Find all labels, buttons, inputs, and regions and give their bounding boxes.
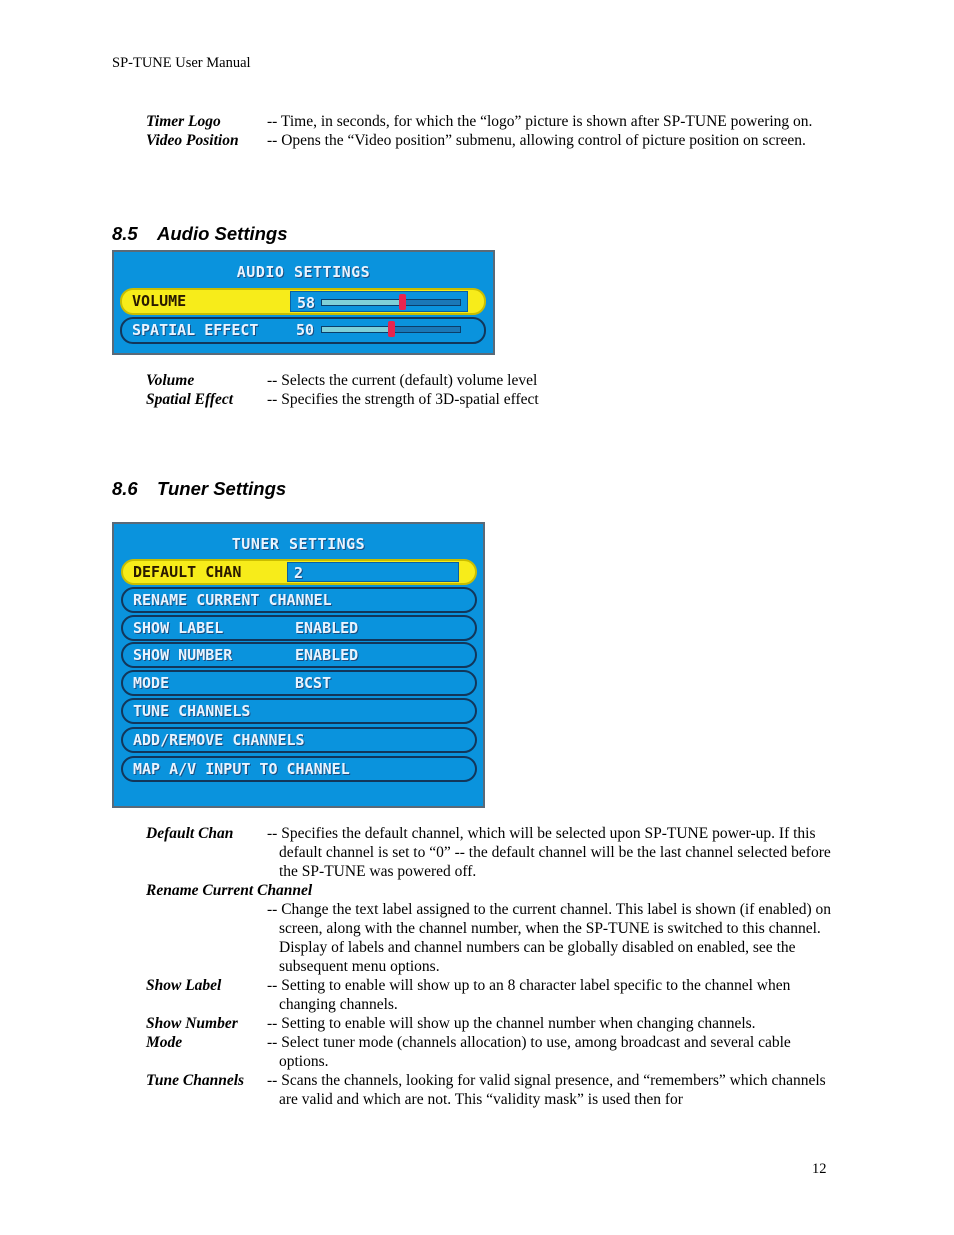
osd-row-show-label[interactable]: SHOW LABEL ENABLED <box>121 615 477 641</box>
osd-row-label: TUNE CHANNELS <box>133 702 251 720</box>
osd-row-label: DEFAULT CHAN <box>133 563 242 581</box>
osd-title: AUDIO SETTINGS <box>236 263 371 281</box>
volume-value-box: 58 <box>290 291 468 312</box>
volume-value: 58 <box>297 294 316 312</box>
osd-row-default-chan[interactable]: DEFAULT CHAN 2 <box>121 559 477 585</box>
definition-description: -- Specifies the strength of 3D-spatial … <box>267 391 539 408</box>
definition-term: Volume <box>146 372 195 389</box>
slider-track <box>321 299 461 306</box>
definition-term: Mode <box>146 1034 183 1051</box>
definition-default-chan: Default Chan -- Specifies the default ch… <box>146 824 836 881</box>
definition-rename-current-channel: Rename Current Channel -- Change the tex… <box>146 881 836 976</box>
spatial-effect-slider[interactable] <box>321 319 461 341</box>
osd-row-rename-current-channel[interactable]: RENAME CURRENT CHANNEL <box>121 587 477 613</box>
page-number: 12 <box>812 1161 827 1177</box>
osd-row-spatial-effect[interactable]: SPATIAL EFFECT 50 <box>120 317 486 344</box>
slider-thumb[interactable] <box>399 294 407 310</box>
definition-tune-channels: Tune Channels -- Scans the channels, loo… <box>146 1071 836 1109</box>
section-title: Tuner Settings <box>157 478 287 499</box>
slider-fill <box>322 327 391 332</box>
definition-description: -- Setting to enable will show up the ch… <box>267 1015 756 1032</box>
osd-title: TUNER SETTINGS <box>231 535 366 553</box>
osd-row-label: RENAME CURRENT CHANNEL <box>133 591 332 609</box>
definition-description: -- Opens the “Video position” submenu, a… <box>267 132 806 149</box>
audio-definitions: Volume -- Selects the current (default) … <box>146 371 836 409</box>
definition-timer-logo: Timer Logo -- Time, in seconds, for whic… <box>146 112 836 131</box>
osd-row-label: SHOW LABEL <box>133 619 224 637</box>
definition-show-label: Show Label -- Setting to enable will sho… <box>146 976 836 1014</box>
definition-show-number: Show Number -- Setting to enable will sh… <box>146 1014 836 1033</box>
section-number: 8.6 <box>112 478 138 499</box>
volume-slider[interactable] <box>321 292 461 314</box>
osd-row-add-remove-channels[interactable]: ADD/REMOVE CHANNELS <box>121 727 477 753</box>
default-chan-value-box[interactable]: 2 <box>287 562 459 582</box>
definition-term: Spatial Effect <box>146 391 234 408</box>
section-heading-audio: 8.5 Audio Settings <box>112 223 288 245</box>
definition-term: Timer Logo <box>146 113 221 130</box>
osd-row-label: MODE <box>133 674 170 692</box>
osd-row-mode[interactable]: MODE BCST <box>121 670 477 696</box>
section-number: 8.5 <box>112 223 138 244</box>
section-heading-tuner: 8.6 Tuner Settings <box>112 478 286 500</box>
definition-mode: Mode -- Select tuner mode (channels allo… <box>146 1033 836 1071</box>
definition-description: -- Change the text label assigned to the… <box>267 901 832 975</box>
spatial-effect-value-area: 50 <box>291 319 467 342</box>
osd-row-label: SHOW NUMBER <box>133 646 233 664</box>
definition-description: -- Selects the current (default) volume … <box>267 372 538 389</box>
definition-term: Show Label <box>146 977 222 994</box>
definition-volume: Volume -- Selects the current (default) … <box>146 371 836 390</box>
osd-row-show-number[interactable]: SHOW NUMBER ENABLED <box>121 642 477 668</box>
definition-term: Video Position <box>146 132 239 149</box>
osd-row-value: ENABLED <box>295 646 359 664</box>
definition-description: -- Time, in seconds, for which the “logo… <box>267 113 813 130</box>
osd-row-label: MAP A/V INPUT TO CHANNEL <box>133 760 350 778</box>
slider-thumb[interactable] <box>388 321 395 337</box>
definition-term: Tune Channels <box>146 1072 245 1089</box>
osd-row-volume[interactable]: VOLUME 58 <box>120 288 486 315</box>
osd-row-map-av-input[interactable]: MAP A/V INPUT TO CHANNEL <box>121 756 477 782</box>
osd-row-value: ENABLED <box>295 619 359 637</box>
definition-spatial-effect: Spatial Effect -- Specifies the strength… <box>146 390 836 409</box>
osd-row-tune-channels[interactable]: TUNE CHANNELS <box>121 698 477 724</box>
audio-settings-osd: AUDIO SETTINGS VOLUME 58 SPATIAL EFFECT … <box>112 250 495 355</box>
definition-description: -- Specifies the default channel, which … <box>267 825 831 880</box>
definition-description: -- Setting to enable will show up to an … <box>267 977 791 1013</box>
definition-video-position: Video Position -- Opens the “Video posit… <box>146 131 836 150</box>
osd-row-label: VOLUME <box>132 292 187 310</box>
definition-term: Show Number <box>146 1015 238 1032</box>
intro-definitions: Timer Logo -- Time, in seconds, for whic… <box>146 112 836 150</box>
default-chan-value: 2 <box>294 564 304 582</box>
definition-term: Rename Current Channel <box>146 882 313 899</box>
osd-row-label: SPATIAL EFFECT <box>132 321 259 339</box>
tuner-definitions: Default Chan -- Specifies the default ch… <box>146 824 836 1109</box>
slider-fill <box>322 300 403 305</box>
definition-description: -- Select tuner mode (channels allocatio… <box>267 1034 791 1070</box>
osd-row-label: ADD/REMOVE CHANNELS <box>133 731 305 749</box>
tuner-settings-osd: TUNER SETTINGS DEFAULT CHAN 2 RENAME CUR… <box>112 522 485 808</box>
running-header: SP-TUNE User Manual <box>112 55 251 71</box>
definition-description: -- Scans the channels, looking for valid… <box>267 1072 826 1108</box>
spatial-effect-value: 50 <box>296 321 315 339</box>
section-title: Audio Settings <box>157 223 288 244</box>
definition-term: Default Chan <box>146 825 234 842</box>
osd-row-value: BCST <box>295 674 332 692</box>
